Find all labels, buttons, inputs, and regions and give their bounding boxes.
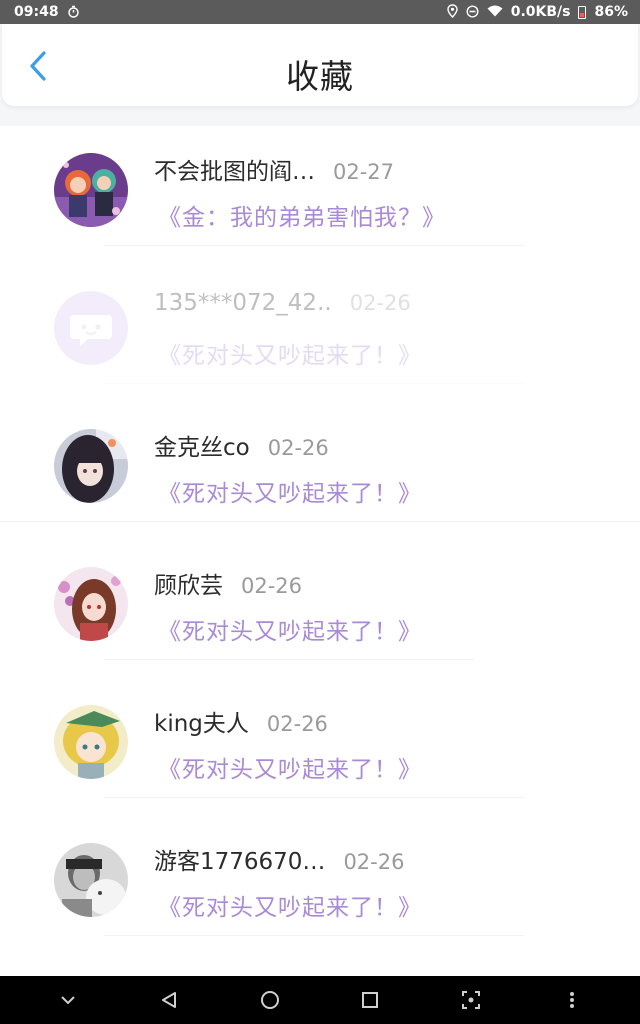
status-bar: 09:48 0.0KB/s 86%: [0, 0, 640, 24]
user-name: 不会批图的阎…: [154, 159, 315, 185]
divider: [104, 797, 524, 798]
avatar[interactable]: [54, 291, 128, 365]
system-nav-bar: [0, 976, 640, 1024]
item-date: 02-26: [241, 574, 303, 598]
book-title[interactable]: 《死对头又吵起来了！》: [158, 336, 422, 370]
avatar-anime-boy-blond-icon: [54, 705, 128, 779]
page-title: 收藏: [286, 57, 354, 96]
avatar[interactable]: [54, 153, 128, 227]
square-recents-icon: [362, 992, 378, 1008]
circle-home-icon: [261, 991, 279, 1009]
avatar[interactable]: [54, 705, 128, 779]
back-nav-button[interactable]: [157, 988, 181, 1012]
home-nav-button[interactable]: [258, 988, 282, 1012]
do-not-disturb-icon: [466, 4, 479, 20]
battery-percent: 86%: [594, 4, 628, 20]
list-item[interactable]: 金克丝co 02-26 《死对头又吵起来了！》: [0, 402, 640, 540]
status-time: 09:48: [14, 4, 59, 20]
wifi-icon: [487, 5, 503, 19]
user-name: king夫人: [154, 711, 249, 737]
more-nav-button[interactable]: [560, 988, 584, 1012]
book-title[interactable]: 《死对头又吵起来了！》: [158, 474, 422, 508]
battery-icon: [578, 5, 587, 19]
avatar-anime-girl-dark-icon: [54, 429, 128, 503]
divider: [104, 383, 524, 384]
list-item[interactable]: king夫人 02-26 《死对头又吵起来了！》: [0, 678, 640, 816]
item-date: 02-27: [333, 160, 395, 184]
recents-nav-button[interactable]: [358, 988, 382, 1012]
avatar-photo-bw-icon: [54, 843, 128, 917]
chevron-down-icon: [61, 996, 75, 1005]
avatar-anime-girl-red-icon: [54, 567, 128, 641]
book-title[interactable]: 《死对头又吵起来了！》: [158, 612, 422, 646]
user-name: 135***072_42..: [154, 290, 332, 316]
list-item[interactable]: 135***072_42.. 02-26 《死对头又吵起来了！》: [0, 264, 640, 402]
app-header: 收藏: [2, 24, 638, 106]
user-name: 顾欣芸: [154, 573, 223, 599]
network-speed: 0.0KB/s: [510, 4, 571, 20]
location-icon: [447, 4, 458, 20]
triangle-back-icon: [162, 992, 176, 1008]
hide-nav-button[interactable]: [56, 988, 80, 1012]
list-item[interactable]: 顾欣芸 02-26 《死对头又吵起来了！》: [0, 540, 640, 678]
favorites-list: 不会批图的阎… 02-27 《金：我的弟弟害怕我？》 135***072_42.…: [0, 126, 640, 976]
avatar-anime-duo-icon: [54, 153, 128, 227]
book-title[interactable]: 《死对头又吵起来了！》: [158, 888, 422, 922]
screenshot-icon: [462, 991, 480, 1009]
divider: [0, 521, 640, 522]
avatar[interactable]: [54, 429, 128, 503]
avatar[interactable]: [54, 843, 128, 917]
book-title[interactable]: 《金：我的弟弟害怕我？》: [158, 198, 446, 232]
item-date: 02-26: [349, 291, 411, 315]
user-name: 金克丝co: [154, 435, 250, 461]
list-item[interactable]: 游客1776670… 02-26 《死对头又吵起来了！》: [0, 816, 640, 954]
avatar[interactable]: [54, 567, 128, 641]
stopwatch-icon: [67, 5, 80, 20]
item-date: 02-26: [266, 712, 328, 736]
more-vertical-icon: [570, 992, 574, 1008]
chat-bubble-icon: [54, 291, 128, 365]
item-date: 02-26: [267, 436, 329, 460]
list-item[interactable]: 不会批图的阎… 02-27 《金：我的弟弟害怕我？》: [0, 126, 640, 264]
user-name: 游客1776670…: [154, 849, 326, 875]
item-date: 02-26: [343, 850, 405, 874]
divider: [104, 245, 524, 246]
book-title[interactable]: 《死对头又吵起来了！》: [158, 750, 422, 784]
divider: [104, 659, 474, 660]
divider: [104, 935, 524, 936]
screenshot-nav-button[interactable]: [459, 988, 483, 1012]
